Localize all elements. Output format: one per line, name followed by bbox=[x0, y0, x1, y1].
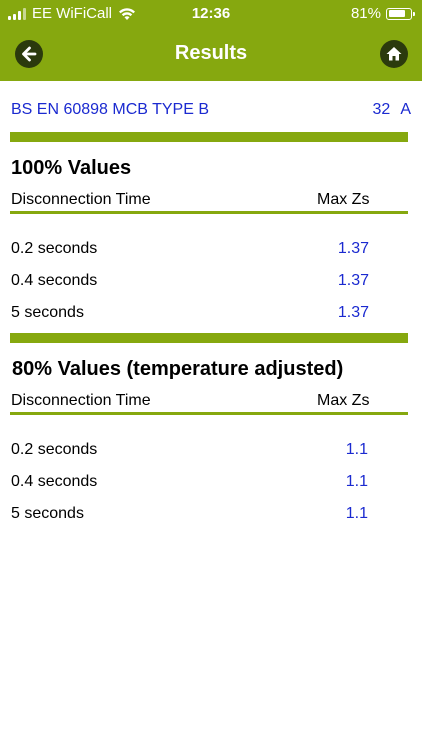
breaker-row: BS EN 60898 MCB TYPE B 32 A bbox=[11, 101, 411, 123]
breaker-rating-value: 32 bbox=[372, 101, 391, 118]
breaker-name: BS EN 60898 MCB TYPE B bbox=[11, 101, 210, 118]
section-divider bbox=[10, 132, 408, 142]
status-bar: EE WiFiCall 12:36 81% bbox=[0, 0, 422, 28]
page-title: Results bbox=[174, 42, 248, 64]
section-title-100: 100% Values bbox=[11, 157, 132, 179]
column-header-max-zs: Max Zs bbox=[317, 392, 370, 409]
row-max-zs-value: 1.37 bbox=[337, 272, 369, 289]
row-max-zs-value: 1.37 bbox=[337, 240, 369, 257]
header: EE WiFiCall 12:36 81% Results bbox=[0, 0, 422, 81]
column-header-time: Disconnection Time bbox=[11, 392, 151, 409]
row-time-label: 0.2 seconds bbox=[11, 441, 98, 458]
row-max-zs-value: 1.37 bbox=[337, 304, 369, 321]
row-time-label: 0.2 seconds bbox=[11, 240, 98, 257]
row-max-zs-value: 1.1 bbox=[345, 505, 368, 522]
row-time-label: 5 seconds bbox=[11, 304, 84, 321]
home-button[interactable] bbox=[380, 40, 408, 68]
column-header-time: Disconnection Time bbox=[11, 191, 151, 208]
battery-icon bbox=[386, 7, 415, 20]
breaker-rating: 32 A bbox=[363, 101, 411, 119]
header-underline bbox=[10, 211, 408, 214]
section-divider bbox=[10, 333, 408, 343]
section-title-80: 80% Values (temperature adjusted) bbox=[12, 358, 344, 380]
row-max-zs-value: 1.1 bbox=[345, 473, 368, 490]
column-header-max-zs: Max Zs bbox=[317, 191, 370, 208]
row-time-label: 0.4 seconds bbox=[11, 272, 98, 289]
row-time-label: 0.4 seconds bbox=[11, 473, 98, 490]
home-icon bbox=[386, 47, 402, 61]
battery-percent: 81% bbox=[350, 5, 381, 22]
row-time-label: 5 seconds bbox=[11, 505, 84, 522]
status-right: 81% bbox=[350, 5, 415, 22]
header-underline bbox=[10, 412, 408, 415]
row-max-zs-value: 1.1 bbox=[345, 441, 368, 458]
breaker-rating-unit: A bbox=[400, 101, 411, 118]
